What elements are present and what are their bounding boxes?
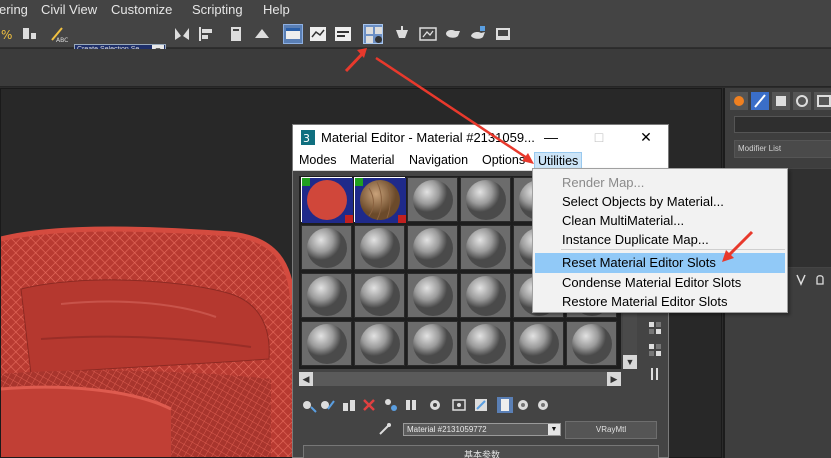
put-material-icon[interactable] — [319, 397, 335, 413]
show-end-result-icon[interactable] — [473, 397, 489, 413]
rollout-title: 基本参数 — [463, 450, 500, 458]
slots-horizontal-scrollbar[interactable] — [299, 372, 621, 386]
3dsmax-app-icon: 3 — [301, 130, 315, 145]
svg-text:3: 3 — [303, 132, 310, 145]
menu-material[interactable]: Material — [350, 153, 394, 167]
menu-navigation[interactable]: Navigation — [409, 153, 468, 167]
menu-utilities[interactable]: Utilities — [534, 152, 583, 169]
material-editor-titlebar[interactable]: 3 Material Editor - Material #2131059...… — [293, 125, 668, 150]
material-editor-title: Material Editor - Material #2131059... — [321, 130, 535, 145]
menu-item-restore-material-editor-slots[interactable]: Restore Material Editor Slots — [535, 292, 785, 312]
toggle-ribbon-icon[interactable] — [252, 24, 272, 44]
get-material-icon[interactable] — [301, 397, 317, 413]
assign-material-icon[interactable] — [341, 397, 357, 413]
put-to-library-icon[interactable] — [403, 397, 419, 413]
menu-item-reset-material-editor-slots[interactable]: Reset Material Editor Slots — [535, 253, 785, 273]
sample-slot-red-material[interactable] — [301, 177, 353, 223]
show-shaded-icon[interactable] — [451, 397, 467, 413]
object-name-field[interactable] — [734, 116, 831, 133]
menu-modes[interactable]: Modes — [299, 153, 337, 167]
reset-map-icon[interactable] — [361, 397, 377, 413]
chevron-down-icon: ▼ — [548, 424, 560, 435]
align-icon[interactable] — [196, 24, 216, 44]
background-icon[interactable] — [648, 321, 662, 335]
menu-options[interactable]: Options — [482, 153, 525, 167]
menu-item-clean-multimaterial[interactable]: Clean MultiMaterial... — [535, 211, 785, 231]
modifier-list-dropdown[interactable]: Modifier List — [734, 140, 831, 158]
menu-item-select-objects-by-material[interactable]: Select Objects by Material... — [535, 192, 785, 212]
go-to-parent-icon[interactable] — [497, 397, 513, 413]
sample-slot-gray-sphere[interactable] — [301, 225, 352, 270]
rendered-frame-window-icon[interactable] — [418, 24, 438, 44]
material-id-icon[interactable] — [427, 397, 443, 413]
sample-slot-gray-sphere[interactable] — [407, 177, 458, 222]
scroll-left-icon[interactable]: ◀ — [299, 372, 313, 386]
edit-named-selection-icon[interactable]: ABC — [48, 24, 68, 44]
maximize-icon[interactable]: □ — [589, 128, 609, 146]
render-setup-icon[interactable] — [392, 24, 412, 44]
menu-rendering[interactable]: ering — [0, 2, 28, 17]
pick-material-eyedropper-icon[interactable] — [377, 421, 393, 437]
curve-editor-icon[interactable] — [283, 24, 303, 44]
menu-scripting[interactable]: Scripting — [192, 2, 243, 17]
material-name-dropdown[interactable]: Material #2131059772 ▼ — [403, 423, 561, 436]
stack-controls[interactable] — [793, 272, 831, 288]
sample-uv-tiling-icon[interactable] — [648, 343, 662, 357]
menu-customize[interactable]: Customize — [111, 2, 172, 17]
make-unique-icon[interactable] — [383, 397, 399, 413]
menu-item-render-map[interactable]: Render Map... — [535, 173, 785, 193]
schematic-view-icon[interactable] — [308, 24, 328, 44]
go-forward-sibling-icon[interactable] — [515, 397, 531, 413]
render-iterative-icon[interactable] — [468, 24, 488, 44]
sample-slot-gray-sphere[interactable] — [566, 321, 617, 366]
app-menubar: ering Civil View Customize Scripting Hel… — [0, 0, 831, 20]
layer-explorer-icon[interactable] — [226, 24, 246, 44]
track-view-icon[interactable] — [333, 24, 353, 44]
scroll-down-icon[interactable]: ▼ — [623, 355, 637, 369]
command-panel-tabs — [730, 92, 831, 110]
ribbon-panel — [0, 49, 831, 87]
minimize-icon[interactable]: — — [541, 128, 561, 146]
sample-slot-gray-sphere[interactable] — [513, 321, 564, 366]
main-toolbar: % ABC Create Selection Se ▼ — [0, 20, 831, 58]
render-production-icon[interactable] — [443, 24, 463, 44]
menu-help[interactable]: Help — [263, 2, 290, 17]
sample-slot-gray-sphere[interactable] — [460, 225, 511, 270]
select-by-material-icon[interactable] — [535, 397, 551, 413]
render-activeshade-icon[interactable] — [493, 24, 513, 44]
menu-civil-view[interactable]: Civil View — [41, 2, 97, 17]
menu-item-condense-material-editor-slots[interactable]: Condense Material Editor Slots — [535, 273, 785, 293]
material-editor-toolbar — [301, 397, 571, 415]
material-editor-icon[interactable] — [363, 24, 383, 44]
menu-item-instance-duplicate-map[interactable]: Instance Duplicate Map... — [535, 230, 785, 250]
sample-slot-wood-material[interactable] — [354, 177, 406, 223]
sample-slot-gray-sphere[interactable] — [460, 321, 511, 366]
material-type-button[interactable]: VRayMtl — [565, 421, 657, 439]
sample-slot-gray-sphere[interactable] — [354, 273, 405, 318]
sample-slot-gray-sphere[interactable] — [407, 225, 458, 270]
video-color-check-icon[interactable] — [648, 367, 662, 381]
sample-slot-gray-sphere[interactable] — [407, 273, 458, 318]
spinner-snap-icon[interactable] — [20, 24, 40, 44]
sample-slot-gray-sphere[interactable] — [301, 321, 352, 366]
modifier-list-label: Modifier List — [738, 144, 782, 153]
scroll-right-icon[interactable]: ▶ — [607, 372, 621, 386]
snap-toggle-icon[interactable]: % — [0, 24, 20, 44]
sample-slot-gray-sphere[interactable] — [354, 321, 405, 366]
svg-text:%: % — [1, 28, 12, 42]
sample-slot-gray-sphere[interactable] — [460, 177, 511, 222]
basic-parameters-rollout[interactable]: 基本参数 — [303, 445, 659, 458]
sample-slot-gray-sphere[interactable] — [301, 273, 352, 318]
mirror-icon[interactable] — [172, 24, 192, 44]
material-name-text: Material #2131059772 — [407, 425, 487, 434]
sample-slot-gray-sphere[interactable] — [407, 321, 458, 366]
sample-slot-gray-sphere[interactable] — [354, 225, 405, 270]
close-icon[interactable]: ✕ — [636, 128, 656, 146]
svg-text:ABC: ABC — [56, 37, 68, 44]
utilities-dropdown-menu: Render Map... Select Objects by Material… — [532, 168, 788, 313]
menu-separator — [561, 249, 785, 250]
sample-slot-gray-sphere[interactable] — [460, 273, 511, 318]
